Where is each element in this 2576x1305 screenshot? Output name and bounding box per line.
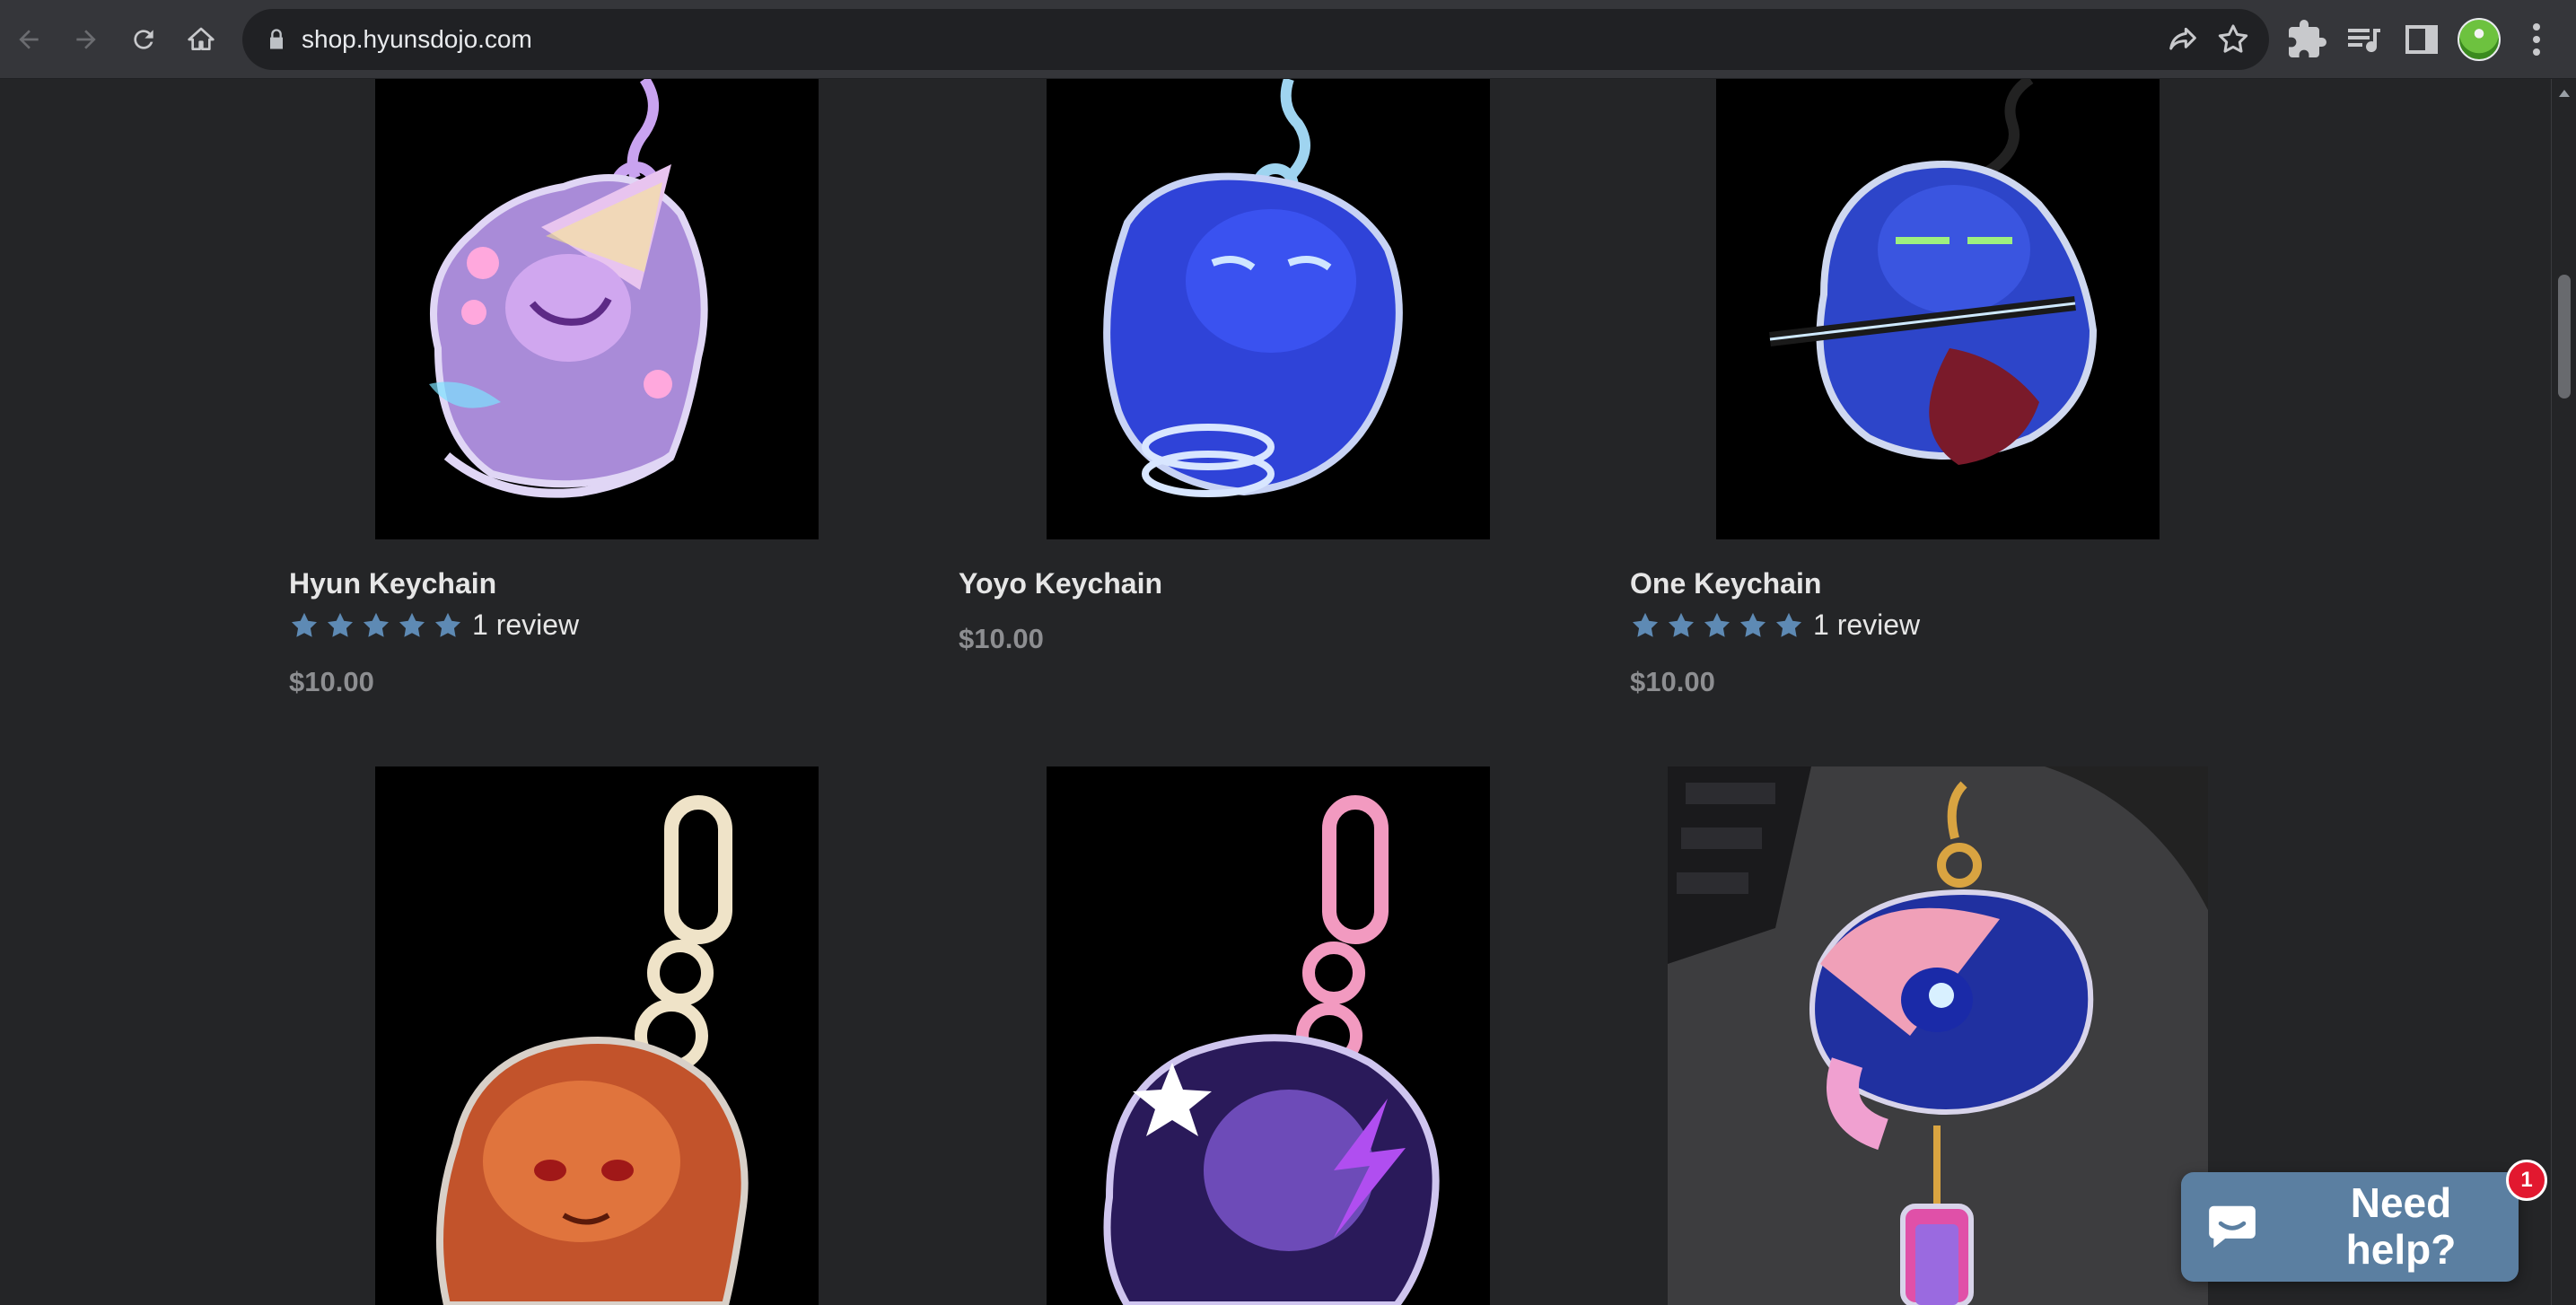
review-count: 1 review: [472, 609, 580, 641]
more-vertical-icon: [2533, 23, 2540, 56]
url-text: shop.hyunsdojo.com: [302, 25, 532, 53]
one-keychain-illustration: [1716, 79, 2160, 539]
product-image-yoyo-keychain[interactable]: [1047, 79, 1490, 539]
star-filled-icon: [399, 612, 425, 637]
product-price: $10.00: [959, 623, 1044, 654]
address-bar[interactable]: shop.hyunsdojo.com: [242, 9, 2269, 70]
side-panel-button[interactable]: [2400, 18, 2443, 61]
product-title[interactable]: Hyun Keychain: [289, 567, 496, 600]
lock-icon: [270, 29, 283, 49]
playlist-music-icon: [2348, 29, 2380, 53]
share-icon: [2169, 27, 2196, 50]
puzzle-icon: [2289, 20, 2326, 57]
chat-help-button[interactable]: Need help? 1: [2181, 1160, 2547, 1282]
media-controls-button[interactable]: [2343, 18, 2386, 61]
notification-badge: 1: [2506, 1160, 2547, 1201]
forward-button[interactable]: [61, 14, 111, 65]
chat-bubble-icon: [2209, 1205, 2256, 1248]
star-filled-icon: [1739, 612, 1766, 637]
product-title[interactable]: One Keychain: [1630, 567, 1821, 600]
reload-icon: [134, 30, 153, 49]
product-title[interactable]: Yoyo Keychain: [959, 567, 1162, 600]
browser-menu-button[interactable]: [2515, 18, 2551, 61]
product-price: $10.00: [1630, 666, 1715, 697]
product-price: $10.00: [289, 666, 374, 697]
hyun-keychain-illustration: [375, 79, 819, 539]
home-button[interactable]: [176, 14, 226, 65]
reload-button[interactable]: [118, 14, 169, 65]
scrollbar-thumb[interactable]: [2558, 275, 2571, 399]
page-scrollbar[interactable]: [2551, 79, 2576, 1305]
browser-toolbar: shop.hyunsdojo.com: [0, 0, 2576, 79]
bookmark-button[interactable]: [2215, 22, 2251, 57]
back-button[interactable]: [4, 14, 54, 65]
chat-label: Need help?: [2345, 1179, 2457, 1273]
product-image-one-keychain[interactable]: [1716, 79, 2160, 539]
scroll-up-icon[interactable]: [2559, 90, 2570, 97]
product-rating[interactable]: 1 review: [1630, 609, 1920, 642]
product-image-purple-keychain[interactable]: [1047, 766, 1490, 1305]
share-button[interactable]: [2165, 22, 2201, 57]
review-count: 1 review: [1813, 609, 1921, 641]
red-keychain-illustration: [375, 766, 819, 1305]
star-filled-icon: [291, 612, 318, 637]
star-filled-icon: [1775, 612, 1802, 637]
star-filled-icon: [363, 612, 390, 637]
product-image-red-keychain[interactable]: [375, 766, 819, 1305]
profile-avatar[interactable]: [2458, 18, 2501, 61]
purple-keychain-illustration: [1047, 766, 1490, 1305]
product-image-hyun-keychain[interactable]: [375, 79, 819, 539]
product-rating[interactable]: 1 review: [289, 609, 579, 642]
arrow-left-icon: [19, 30, 39, 49]
photo-keychain-illustration: [1668, 766, 2208, 1305]
star-filled-icon: [1704, 612, 1730, 637]
page-content: Hyun Keychain 1 review $10.00 Yoyo Keych…: [0, 79, 2551, 1305]
home-icon: [188, 27, 215, 50]
product-image-photo-keychain[interactable]: [1668, 766, 2208, 1305]
star-filled-icon: [1668, 612, 1695, 637]
star-outline-icon: [2218, 24, 2248, 53]
star-filled-icon: [1632, 612, 1659, 637]
extensions-button[interactable]: [2285, 18, 2328, 61]
yoyo-keychain-illustration: [1047, 79, 1490, 539]
star-filled-icon: [434, 612, 461, 637]
arrow-right-icon: [76, 30, 96, 49]
side-panel-icon: [2405, 25, 2438, 54]
star-filled-icon: [327, 612, 354, 637]
